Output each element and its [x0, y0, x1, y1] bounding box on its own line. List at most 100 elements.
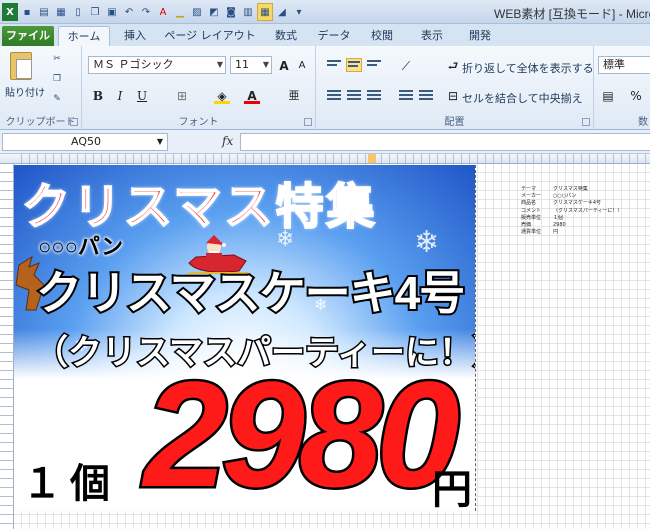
insert-function-button[interactable]: fx [222, 134, 233, 148]
alignment-launcher-icon[interactable] [582, 118, 590, 126]
align-right-icon[interactable] [366, 88, 382, 102]
tab-formulas[interactable]: 数式 [266, 26, 306, 46]
shrink-font-button[interactable]: A [294, 58, 310, 74]
table-value: 2980 [553, 222, 566, 229]
selected-column-header[interactable] [368, 154, 376, 163]
poster-quantity: １個 [22, 462, 118, 506]
picture-icon[interactable]: ▨ [189, 3, 205, 21]
copy-icon[interactable]: ❐ [50, 74, 64, 86]
alignment-group-label: 配置 [444, 117, 465, 128]
name-box[interactable]: AQ50 ▼ [2, 133, 168, 151]
data-table: テーマ クリスマス特集 メーカー ○○○パン 商品名 クリスマスケーキ4号 コメント （… [521, 186, 623, 236]
increase-indent-icon[interactable] [418, 88, 434, 102]
window-title: WEB素材 [互換モード] - Micro [494, 7, 650, 21]
fill-color-icon[interactable]: ◈ [214, 88, 230, 104]
quick-access-toolbar: X ▪ ▤ ▦ ▯ ❐ ▣ ↶ ↷ A ▁ ▨ ◩ ◙ ▥ ▦ ◢ ▾ [0, 0, 307, 24]
column-headers [0, 154, 650, 164]
font-launcher-icon[interactable] [304, 118, 312, 126]
arrow-icon[interactable]: ◢ [274, 3, 290, 21]
table-value: クリスマス特集 [553, 186, 588, 192]
poster-product-name: クリスマスケーキ4号 [34, 265, 467, 321]
table-row[interactable]: テーマ クリスマス特集 [521, 186, 623, 193]
undo-icon[interactable]: ↶ [121, 3, 137, 21]
tab-review[interactable]: 校閲 [362, 26, 402, 46]
table-icon[interactable]: ▥ [240, 3, 256, 21]
tab-insert[interactable]: 挿入 [114, 26, 156, 46]
document-icon[interactable]: ▯ [70, 3, 86, 21]
italic-button[interactable]: I [112, 88, 128, 104]
copy-icon[interactable]: ❐ [87, 3, 103, 21]
merge-center-icon[interactable]: ⊟ [446, 88, 460, 104]
wrap-text-button[interactable]: 折り返して全体を表示する [462, 60, 594, 76]
format-painter-icon[interactable]: ✎ [50, 94, 64, 106]
font-size-select[interactable]: 11 ▼ [230, 56, 272, 74]
font-name-select[interactable]: ＭＳ Ｐゴシック ▼ [88, 56, 226, 74]
font-color-icon[interactable]: A [244, 88, 260, 104]
formula-input[interactable] [240, 133, 650, 151]
poster-title: クリスマス特集 [21, 180, 378, 235]
align-bottom-icon[interactable] [366, 58, 382, 72]
underline-button[interactable]: U [134, 88, 150, 104]
bold-button[interactable]: B [90, 88, 106, 104]
paste-button-icon[interactable] [10, 52, 32, 80]
print-icon[interactable]: ▦ [53, 3, 69, 21]
wrap-text-icon[interactable]: ⮐ [446, 58, 460, 74]
number-format-select[interactable]: 標準 [598, 56, 650, 74]
table-row[interactable]: 通貨単位 円 [521, 229, 623, 236]
table-row[interactable]: コメント （クリスマスパーティーに！） [521, 208, 623, 215]
grow-font-button[interactable]: A [276, 58, 292, 74]
table-key: 販売単位 [521, 214, 542, 221]
table-value: 円 [553, 229, 559, 236]
tab-page-layout[interactable]: ページ レイアウト [160, 26, 260, 46]
phonetic-icon[interactable]: 亜 [286, 88, 302, 104]
merge-center-button[interactable]: セルを結合して中央揃え [462, 90, 583, 106]
highlight-icon[interactable]: ▁ [172, 3, 188, 21]
column-header-cells[interactable] [14, 154, 650, 163]
percent-button[interactable]: % [628, 88, 644, 104]
shape-icon[interactable]: ◩ [206, 3, 222, 21]
alignment-group: ⟋ ⮐ 折り返して全体を表示する ⊟ セルを結合して中央揃え 配置 [316, 46, 594, 130]
table-row[interactable]: 販売単位 １個 [521, 215, 623, 222]
decrease-indent-icon[interactable] [398, 88, 414, 102]
align-left-icon[interactable] [326, 88, 342, 102]
print-preview-icon[interactable]: ▤ [36, 3, 52, 21]
chevron-down-icon: ▼ [216, 60, 223, 69]
grid-icon[interactable]: ▦ [257, 3, 273, 21]
tab-view[interactable]: 表示 [412, 26, 452, 46]
table-value: クリスマスケーキ4号 [553, 200, 602, 207]
tab-developer[interactable]: 開発 [460, 26, 500, 46]
font-color-icon[interactable]: A [155, 3, 171, 21]
orientation-icon[interactable]: ⟋ [398, 58, 414, 74]
border-icon[interactable]: ⊞ [174, 88, 190, 104]
snowflake-icon: ❄ [414, 225, 440, 260]
table-value: １個 [553, 214, 564, 221]
table-key: 通貨単位 [521, 229, 542, 236]
paste-icon[interactable]: ▣ [104, 3, 120, 21]
poster-currency: 円 [432, 468, 472, 511]
currency-icon[interactable]: ▤ [600, 88, 616, 104]
ribbon-tabs: ファイル ホーム 挿入 ページ レイアウト 数式 データ 校閲 表示 開発 [0, 24, 650, 46]
paste-button[interactable]: 貼り付け [5, 84, 45, 99]
formula-bar: AQ50 ▼ fx [0, 130, 650, 154]
align-top-icon[interactable] [326, 58, 342, 72]
clipboard-launcher-icon[interactable] [70, 118, 78, 126]
tab-data[interactable]: データ [312, 26, 356, 46]
cut-icon[interactable]: ✂ [50, 54, 64, 66]
font-name-value: ＭＳ Ｐゴシック [93, 58, 174, 71]
align-middle-icon[interactable] [346, 58, 362, 72]
redo-icon[interactable]: ↷ [138, 3, 154, 21]
customize-toolbar-icon[interactable]: ▾ [291, 3, 307, 21]
tab-file[interactable]: ファイル [2, 26, 54, 46]
christmas-poster[interactable]: ❄ ❄ ❄ ❄ ❄ ❄ クリスマス特集 ○○○パン クリスマスケーキ4号 （クリ… [14, 165, 476, 511]
tab-home[interactable]: ホーム [58, 26, 110, 46]
ribbon: 貼り付け ✂ ❐ ✎ クリップボード ＭＳ Ｐゴシック ▼ 11 ▼ A A B… [0, 46, 650, 130]
align-center-icon[interactable] [346, 88, 362, 102]
table-value: ○○○パン [553, 193, 577, 200]
table-key: テーマ [521, 186, 537, 192]
table-row[interactable]: メーカー ○○○パン [521, 193, 623, 200]
table-row[interactable]: 商品名 クリスマスケーキ4号 [521, 200, 623, 207]
save-icon[interactable]: ▪ [19, 3, 35, 21]
row-headers[interactable] [0, 164, 14, 529]
camera-icon[interactable]: ◙ [223, 3, 239, 21]
table-key: 商品名 [521, 200, 537, 207]
